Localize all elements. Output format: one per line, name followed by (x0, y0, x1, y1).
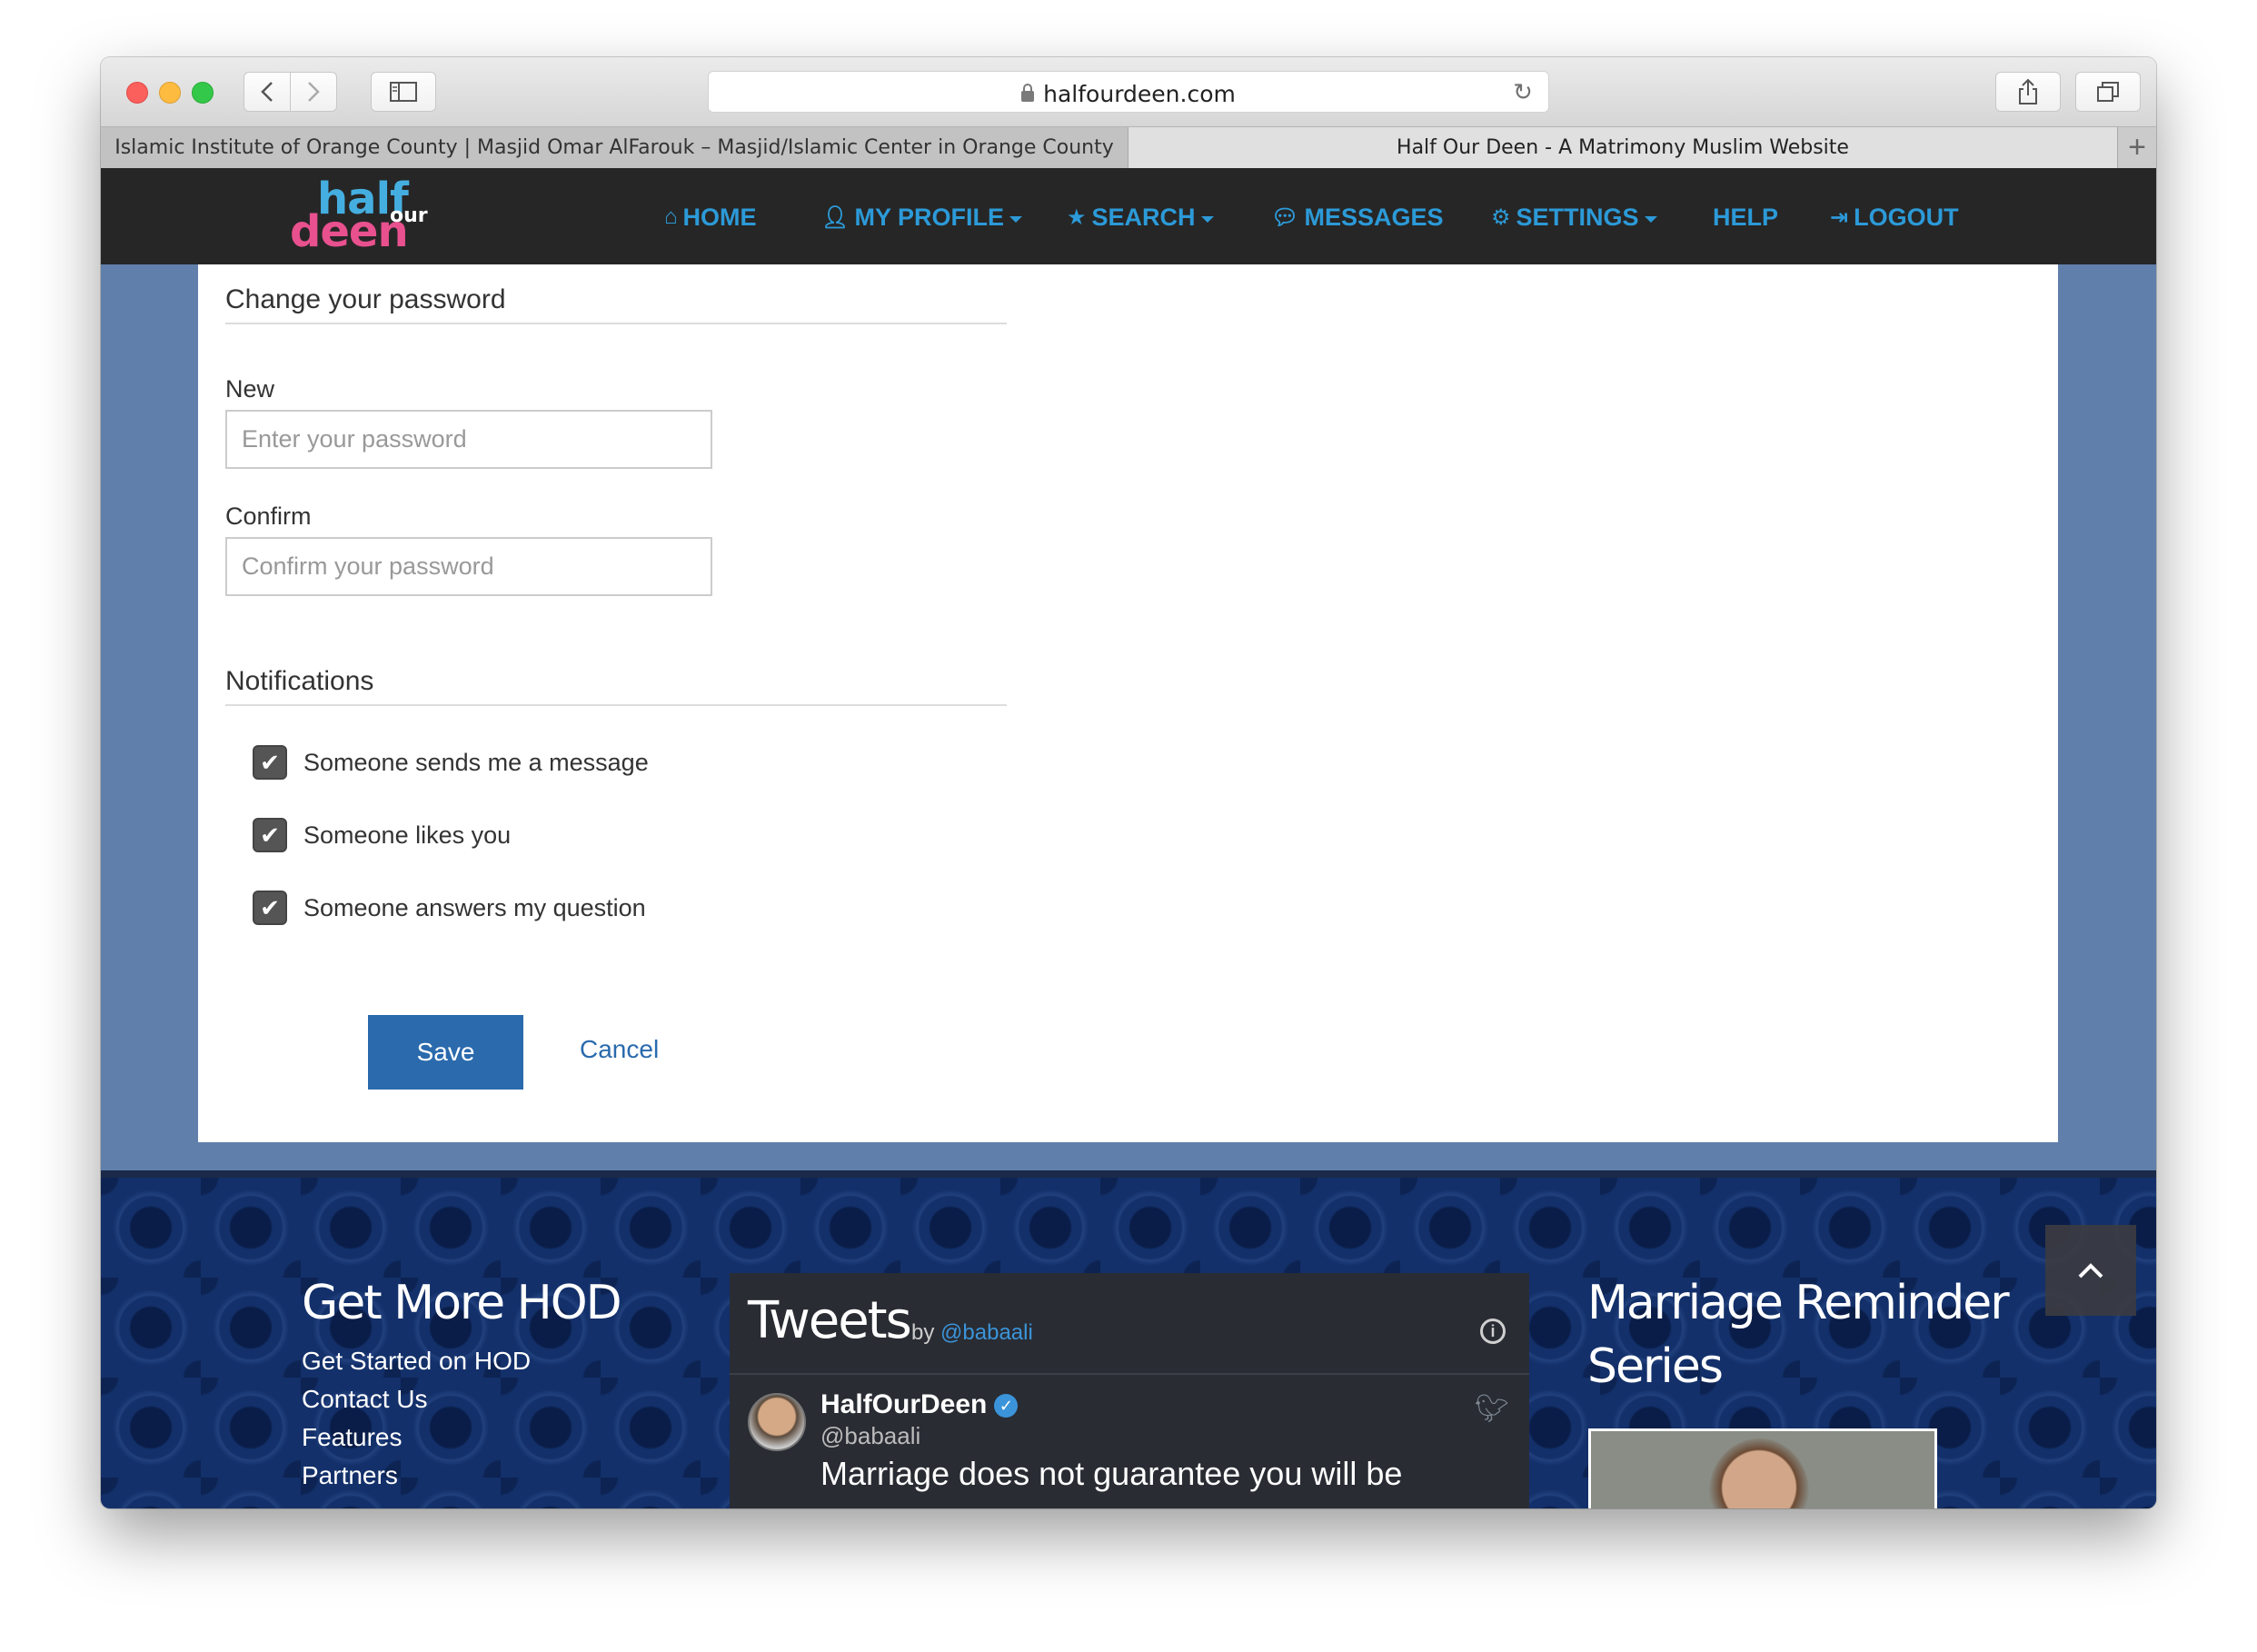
nav-messages[interactable]: 💬︎ MESSAGES (1271, 199, 1444, 235)
nav-search-label: SEARCH (1091, 203, 1196, 231)
tweet-text: Marriage does not guarantee you will be (820, 1455, 1403, 1492)
nav-settings[interactable]: ⚙ SETTINGS (1491, 199, 1657, 235)
caret-down-icon (1200, 215, 1214, 223)
verified-badge-icon: ✓ (994, 1394, 1019, 1418)
marriage-reminder-heading-line1: Marriage Reminder (1587, 1276, 2010, 1330)
get-more-hod-heading: Get More HOD (302, 1276, 622, 1330)
confirm-password-label: Confirm (225, 503, 312, 530)
video-thumbnail[interactable] (1588, 1428, 1937, 1508)
notify-message-label: Someone sends me a message (303, 748, 649, 776)
comments-icon: 💬︎ (1271, 204, 1299, 230)
share-icon (2019, 78, 2037, 104)
url-display: halfourdeen.com (709, 81, 1548, 107)
info-icon[interactable]: i (1480, 1319, 1506, 1344)
tabs-overview-icon (2097, 82, 2119, 102)
web-page: half deen our ⌂ HOME 👤︎ MY PROFILE ★ SEARCH… (101, 168, 2156, 1508)
chevron-left-icon (261, 82, 273, 102)
avatar[interactable] (748, 1393, 806, 1451)
tweet-author-name[interactable]: HalfOurDeen ✓ (820, 1389, 1019, 1420)
gear-icon: ⚙ (1491, 204, 1511, 230)
home-icon: ⌂ (664, 204, 678, 229)
settings-panel: Change your password New Confirm Notific… (198, 264, 2058, 1142)
zoom-window-button[interactable] (192, 82, 214, 104)
close-window-button[interactable] (126, 82, 148, 104)
footer-link-features[interactable]: Features (302, 1423, 403, 1452)
twitter-bird-icon[interactable]: 🐦︎ (1475, 1393, 1509, 1425)
caret-down-icon (1644, 215, 1657, 223)
tab-islamic-institute[interactable]: Islamic Institute of Orange County | Mas… (101, 127, 1128, 168)
forward-button[interactable] (290, 72, 337, 112)
browser-toolbar: halfourdeen.com ↻ (101, 57, 2156, 126)
nav-logout-label: LOGOUT (1854, 203, 1959, 231)
marriage-reminder-heading-line2: Series (1587, 1339, 1724, 1394)
address-bar[interactable]: halfourdeen.com ↻ (708, 71, 1549, 113)
new-password-input[interactable] (225, 410, 712, 469)
nav-logout[interactable]: ⇥ LOGOUT (1830, 199, 1959, 235)
user-icon: 👤︎ (821, 204, 850, 230)
star-icon: ★ (1067, 204, 1087, 230)
logo-our-text: our (390, 204, 428, 227)
tweet-author-handle[interactable]: @babaali (820, 1422, 920, 1450)
tweets-title: Tweets (748, 1291, 912, 1350)
notify-answer-checkbox[interactable]: ✔ (253, 891, 287, 925)
nav-help[interactable]: HELP (1713, 199, 1778, 235)
site-footer: Get More HOD Get Started on HOD Contact … (101, 1170, 2156, 1508)
sidebar-toggle-button[interactable] (371, 72, 436, 112)
video-person-image (1709, 1438, 1809, 1508)
share-button[interactable] (1995, 72, 2061, 112)
notify-message-checkbox[interactable]: ✔ (253, 745, 287, 780)
notify-answer-option[interactable]: ✔ Someone answers my question (253, 890, 646, 926)
notifications-heading: Notifications (225, 666, 1007, 706)
show-tabs-button[interactable] (2075, 72, 2141, 112)
logout-icon: ⇥ (1830, 204, 1849, 230)
save-button[interactable]: Save (368, 1015, 523, 1090)
url-text: halfourdeen.com (1043, 81, 1236, 107)
notify-like-checkbox[interactable]: ✔ (253, 818, 287, 852)
new-password-label: New (225, 375, 275, 403)
caret-down-icon (1009, 215, 1022, 223)
tweets-by-word: by (911, 1320, 935, 1345)
nav-my-profile-label: MY PROFILE (854, 203, 1004, 231)
tab-half-our-deen[interactable]: Half Our Deen - A Matrimony Muslim Websi… (1128, 127, 2117, 168)
tab-bar: Islamic Institute of Orange County | Mas… (101, 126, 2156, 168)
sidebar-icon (390, 82, 417, 102)
notify-like-option[interactable]: ✔ Someone likes you (253, 817, 511, 853)
notify-answer-label: Someone answers my question (303, 893, 646, 921)
nav-help-label: HELP (1713, 203, 1779, 231)
site-navbar: half deen our ⌂ HOME 👤︎ MY PROFILE ★ SEARCH… (101, 168, 2156, 264)
tweets-header: Tweets by @babaali i (730, 1273, 1529, 1375)
footer-link-get-started[interactable]: Get Started on HOD (302, 1347, 531, 1376)
cancel-link[interactable]: Cancel (580, 1035, 659, 1064)
nav-messages-label: MESSAGES (1304, 203, 1444, 231)
back-button[interactable] (244, 72, 291, 112)
scroll-to-top-button[interactable] (2045, 1225, 2136, 1316)
chevron-up-icon (2078, 1263, 2103, 1279)
nav-home-label: HOME (682, 203, 757, 231)
site-logo[interactable]: half deen our (290, 174, 435, 257)
twitter-timeline-widget: Tweets by @babaali i HalfOurDeen ✓ @babaa… (730, 1273, 1529, 1508)
notify-like-label: Someone likes you (303, 821, 512, 849)
reload-icon[interactable]: ↻ (1510, 79, 1536, 104)
lock-icon (1021, 84, 1035, 102)
tweet-author-text: HalfOurDeen (820, 1389, 988, 1419)
browser-window: halfourdeen.com ↻ Islamic Institute of O… (101, 57, 2156, 1508)
change-password-heading: Change your password (225, 284, 1007, 324)
footer-link-partners[interactable]: Partners (302, 1461, 398, 1490)
chevron-right-icon (308, 82, 320, 102)
nav-settings-label: SETTINGS (1516, 203, 1639, 231)
notify-message-option[interactable]: ✔ Someone sends me a message (253, 744, 649, 781)
nav-home[interactable]: ⌂ HOME (664, 199, 757, 235)
new-tab-button[interactable]: + (2117, 127, 2156, 168)
confirm-password-input[interactable] (225, 537, 712, 596)
tweets-by-line: by @babaali (911, 1320, 1033, 1346)
nav-my-profile[interactable]: 👤︎ MY PROFILE (821, 199, 1022, 235)
footer-link-contact[interactable]: Contact Us (302, 1385, 428, 1414)
minimize-window-button[interactable] (159, 82, 181, 104)
nav-search[interactable]: ★ SEARCH (1067, 199, 1214, 235)
tweets-author-link[interactable]: @babaali (940, 1320, 1033, 1345)
